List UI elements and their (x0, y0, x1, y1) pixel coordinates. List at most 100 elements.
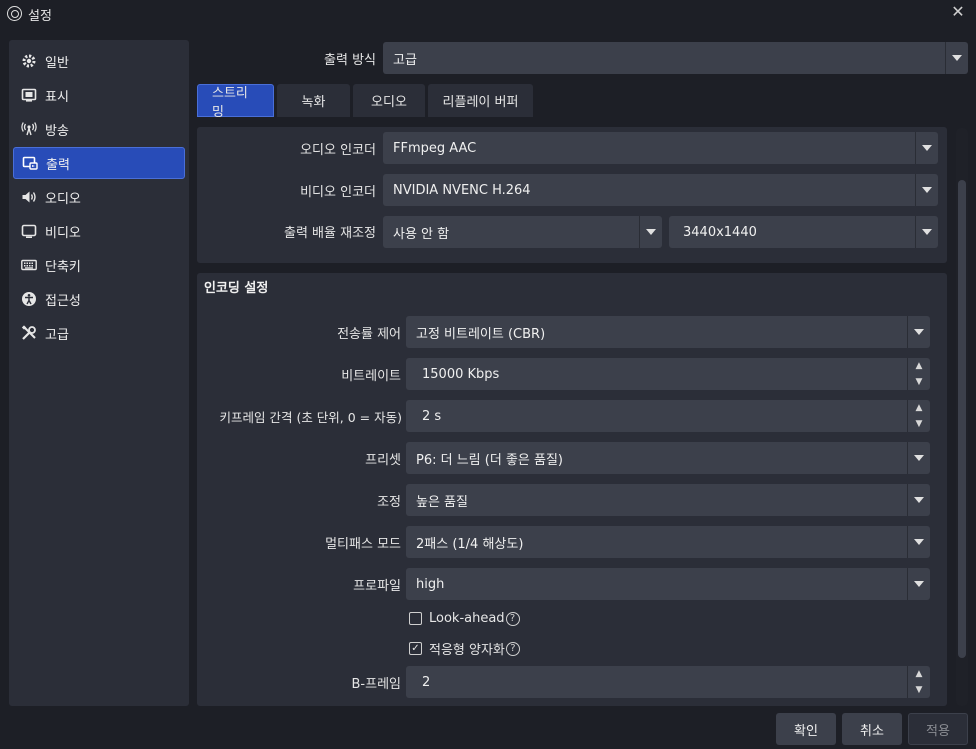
lookahead-label: Look-ahead (429, 611, 505, 626)
sidebar-item-label: 표시 (45, 89, 69, 105)
window-title: 설정 (28, 9, 52, 24)
adaptive-quant-label: 적응형 양자화 (429, 643, 505, 658)
rescale-resolution-select[interactable]: 3440x1440 (669, 216, 938, 248)
profile-select[interactable]: high (406, 568, 930, 600)
audio-encoder-label: 오디오 인코더 (300, 143, 376, 158)
video-encoder-value: NVIDIA NVENC H.264 (393, 182, 531, 198)
sidebar-item-general[interactable]: 일반 (13, 45, 185, 77)
sidebar-item-label: 출력 (46, 157, 70, 173)
apply-button[interactable]: 적용 (908, 713, 968, 745)
rescale-label: 출력 배율 재조정 (284, 226, 376, 241)
sidebar-item-video[interactable]: 비디오 (13, 215, 185, 247)
tuning-label: 조정 (377, 495, 401, 510)
output-icon (22, 155, 38, 171)
bframes-value: 2 (422, 674, 431, 690)
bitrate-label: 비트레이트 (341, 369, 401, 384)
sidebar-item-stream[interactable]: 방송 (13, 113, 185, 145)
lookahead-checkbox[interactable]: Look-ahead ? (409, 611, 520, 626)
gear-icon (21, 53, 37, 69)
spin-down-icon[interactable]: ▼ (908, 682, 930, 698)
rate-control-select[interactable]: 고정 비트레이트 (CBR) (406, 316, 930, 348)
video-encoder-label: 비디오 인코더 (300, 185, 376, 200)
tab-audio[interactable]: 오디오 (353, 84, 425, 117)
rescale-select[interactable]: 사용 안 함 (383, 216, 662, 248)
profile-label: 프로파일 (353, 579, 401, 594)
vertical-scrollbar[interactable] (956, 128, 968, 706)
tuning-select[interactable]: 높은 품질 (406, 484, 930, 516)
close-icon[interactable]: ✕ (950, 4, 966, 20)
chevron-down-icon (915, 132, 938, 164)
encoder-settings-title: 인코딩 설정 (204, 281, 269, 296)
output-mode-select[interactable]: 고급 (383, 42, 968, 74)
sidebar-item-label: 비디오 (45, 225, 81, 241)
audio-encoder-select[interactable]: FFmpeg AAC (383, 132, 938, 164)
output-tabs: 스트리밍 녹화 오디오 리플레이 버퍼 (197, 84, 536, 120)
bitrate-spinbox[interactable]: 15000 Kbps ▲ ▼ (406, 358, 930, 390)
chevron-down-icon (907, 526, 930, 558)
sidebar-item-hotkeys[interactable]: 단축키 (13, 249, 185, 281)
cancel-button[interactable]: 취소 (842, 713, 902, 745)
sidebar-item-label: 단축키 (45, 259, 81, 275)
help-icon[interactable]: ? (505, 641, 520, 656)
spin-down-icon[interactable]: ▼ (908, 416, 930, 432)
chevron-down-icon (915, 216, 938, 248)
keyframe-spinbox[interactable]: 2 s ▲ ▼ (406, 400, 930, 432)
sidebar: 일반 표시 방송 출력 오디오 비디오 단축키 접근성 고급 (9, 40, 189, 706)
chevron-down-icon (907, 442, 930, 474)
bframes-spinbox[interactable]: 2 ▲ ▼ (406, 666, 930, 698)
tab-replay-buffer[interactable]: 리플레이 버퍼 (428, 84, 533, 117)
rate-control-label: 전송률 제어 (337, 327, 401, 342)
multipass-label: 멀티패스 모드 (325, 537, 401, 552)
checkbox-box[interactable] (409, 612, 422, 625)
tab-recording[interactable]: 녹화 (277, 84, 350, 117)
preset-select[interactable]: P6: 더 느림 (더 좋은 품질) (406, 442, 930, 474)
rate-control-value: 고정 비트레이트 (CBR) (416, 326, 546, 342)
sidebar-item-label: 고급 (45, 327, 69, 343)
output-mode-value: 고급 (393, 52, 417, 68)
display-icon (21, 87, 37, 103)
rescale-resolution-value: 3440x1440 (683, 224, 757, 240)
tuning-value: 높은 품질 (416, 494, 468, 510)
output-mode-label: 출력 방식 (324, 53, 376, 68)
keyframe-value: 2 s (422, 408, 442, 424)
preset-value: P6: 더 느림 (더 좋은 품질) (416, 452, 563, 468)
multipass-value: 2패스 (1/4 해상도) (416, 536, 524, 552)
bframes-label: B-프레임 (351, 677, 402, 692)
spin-up-icon[interactable]: ▲ (908, 358, 930, 374)
audio-encoder-value: FFmpeg AAC (393, 140, 477, 156)
help-icon[interactable]: ? (505, 611, 520, 626)
sidebar-item-output[interactable]: 출력 (13, 147, 185, 179)
profile-value: high (416, 576, 445, 592)
video-encoder-select[interactable]: NVIDIA NVENC H.264 (383, 174, 938, 206)
accessibility-icon (21, 291, 37, 307)
chevron-down-icon (907, 484, 930, 516)
scrollbar-thumb[interactable] (958, 180, 966, 658)
keyboard-icon (21, 257, 37, 273)
sidebar-item-label: 접근성 (45, 293, 81, 309)
sidebar-item-label: 오디오 (45, 191, 81, 207)
preset-label: 프리셋 (365, 453, 401, 468)
spin-up-icon[interactable]: ▲ (908, 666, 930, 682)
sidebar-item-accessibility[interactable]: 접근성 (13, 283, 185, 315)
sidebar-item-display[interactable]: 표시 (13, 79, 185, 111)
spin-down-icon[interactable]: ▼ (908, 374, 930, 390)
sidebar-item-label: 방송 (45, 123, 69, 139)
sidebar-item-advanced[interactable]: 고급 (13, 317, 185, 349)
chevron-down-icon (907, 316, 930, 348)
chevron-down-icon (915, 174, 938, 206)
broadcast-icon (21, 121, 37, 137)
tab-streaming[interactable]: 스트리밍 (197, 84, 274, 120)
title-bar: 설정 ✕ (0, 0, 976, 28)
obs-logo-icon (7, 6, 22, 21)
rescale-value: 사용 안 함 (393, 226, 450, 242)
checkbox-box-checked[interactable]: ✓ (409, 642, 422, 655)
tools-icon (21, 325, 37, 341)
sidebar-item-label: 일반 (45, 55, 69, 71)
multipass-select[interactable]: 2패스 (1/4 해상도) (406, 526, 930, 558)
keyframe-label: 키프레임 간격 (초 단위, 0 = 자동) (219, 410, 403, 425)
ok-button[interactable]: 확인 (776, 713, 836, 745)
bitrate-value: 15000 Kbps (422, 366, 500, 382)
adaptive-quant-checkbox[interactable]: ✓ 적응형 양자화 ? (409, 639, 520, 658)
spin-up-icon[interactable]: ▲ (908, 400, 930, 416)
sidebar-item-audio[interactable]: 오디오 (13, 181, 185, 213)
